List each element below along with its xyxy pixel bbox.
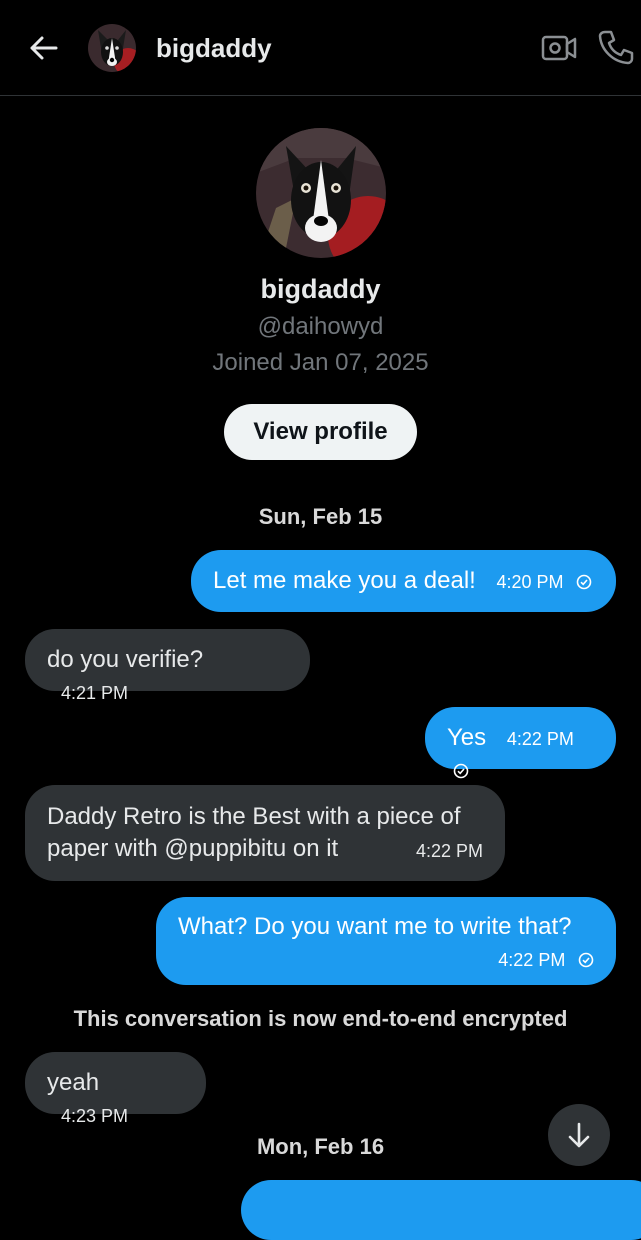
arrow-down-icon [568,1122,590,1148]
message-text: yeah [47,1069,100,1096]
message-text: Let me make you a deal! [213,567,476,594]
message-text: do you verifie? [47,646,204,673]
seen-check-icon [453,763,469,779]
video-call-icon [541,35,577,61]
seen-check-icon [576,574,592,590]
phone-call-button[interactable] [596,28,634,66]
message-time: 4:23 PM [61,1106,129,1126]
message-time: 4:21 PM [61,683,129,703]
back-button[interactable] [26,30,62,66]
message-time: 4:20 PM [496,572,564,592]
message-bubble-incoming[interactable]: Daddy Retro is the Best with a piece of … [25,785,505,881]
message-bubble-incoming[interactable]: do you verifie? 4:21 PM [25,629,310,703]
profile-avatar[interactable] [256,128,386,258]
dog-avatar-image [256,128,386,258]
seen-check-icon [578,952,594,968]
date-separator: Mon, Feb 16 [256,1134,385,1159]
avatar[interactable] [88,24,136,72]
profile-joined-date: Joined Jan 07, 2025 [212,349,429,376]
profile-handle: @daihowyd [257,313,384,340]
message-time: 4:22 PM [498,950,566,970]
message-text-line: Daddy Retro is the Best with a piece of [47,803,461,830]
profile-name: bigdaddy [260,274,381,304]
message-bubble-outgoing[interactable]: Yes 4:22 PM [425,707,616,779]
view-profile-button[interactable]: View profile [224,404,417,460]
message-bubble-outgoing-partial[interactable] [241,1180,641,1240]
contact-name[interactable]: bigdaddy [156,30,272,66]
date-separator: Sun, Feb 15 [258,504,383,529]
message-text: Yes [447,724,487,751]
arrow-left-icon [30,36,58,60]
conversation-header: bigdaddy [0,0,641,96]
message-time: 4:22 PM [506,729,574,749]
message-bubble-incoming[interactable]: yeah 4:23 PM [25,1052,206,1126]
message-text: What? Do you want me to write that? [178,913,572,940]
encryption-notice: This conversation is now end-to-end encr… [73,1006,568,1031]
message-bubble-outgoing[interactable]: Let me make you a deal! 4:20 PM [191,550,616,612]
message-time: 4:22 PM [415,841,483,861]
message-bubble-outgoing[interactable]: What? Do you want me to write that? 4:22… [156,897,616,985]
phone-call-icon [598,30,634,65]
scroll-to-bottom-button[interactable] [548,1104,610,1166]
message-text-line: paper with @puppibitu on it [47,835,339,862]
video-call-button[interactable] [540,30,578,66]
dog-avatar-image [88,24,136,72]
